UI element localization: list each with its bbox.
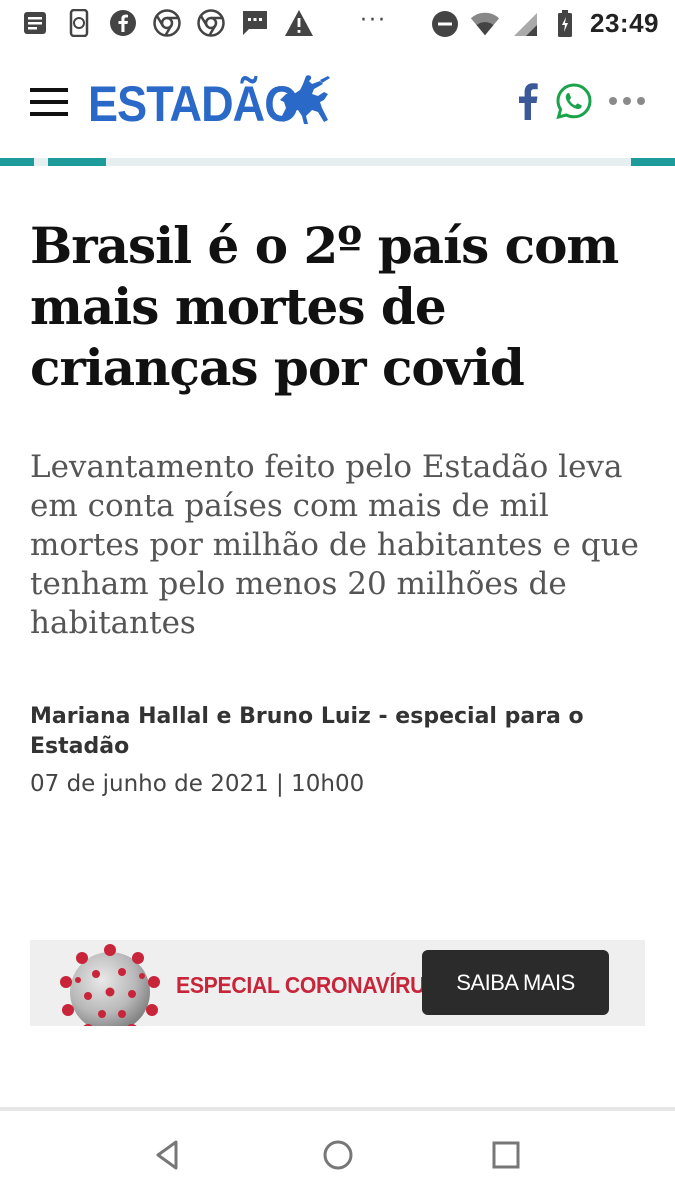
chrome-icon: [152, 8, 182, 38]
home-icon[interactable]: [320, 1137, 356, 1173]
dnd-icon: [430, 9, 460, 39]
recents-icon[interactable]: [488, 1137, 524, 1173]
wifi-icon: [470, 9, 500, 39]
reading-progress-bar: [0, 158, 675, 166]
chrome-icon: [196, 8, 226, 38]
horse-rider-logo-icon: [280, 75, 330, 124]
facebook-icon[interactable]: [517, 82, 539, 120]
article-subtitle: Levantamento feito pelo Estadão leva em …: [30, 449, 639, 641]
coronavirus-icon: [60, 944, 160, 1026]
more-icon[interactable]: [609, 96, 645, 106]
saiba-mais-button[interactable]: SAIBA MAIS: [422, 950, 609, 1015]
site-header: ESTADÃO: [0, 48, 675, 158]
more-notifications-indicator: ···: [360, 8, 387, 33]
share-buttons: [517, 82, 645, 120]
hamburger-icon[interactable]: [30, 88, 68, 120]
battery-icon: [550, 9, 580, 39]
whatsapp-icon[interactable]: [555, 82, 593, 120]
banner-label: ESPECIAL CORONAVÍRUS: [176, 972, 439, 998]
article-author: Mariana Hallal e Bruno Luiz - especial p…: [30, 704, 584, 759]
clock: 23:49: [590, 8, 659, 38]
site-logo[interactable]: ESTADÃO: [88, 75, 299, 133]
system-icons: 23:49: [430, 8, 659, 39]
back-icon[interactable]: [150, 1137, 186, 1173]
coronavirus-banner[interactable]: ESPECIAL CORONAVÍRUS SAIBA MAIS: [30, 940, 645, 1026]
facebook-icon: [108, 8, 138, 38]
status-bar: ··· 23:49: [0, 0, 675, 48]
article-title: Brasil é o 2º país com mais mortes de cr…: [30, 216, 619, 397]
article-date: 07 de junho de 2021 | 10h00: [30, 771, 365, 797]
android-nav-bar: [0, 1111, 675, 1200]
message-icon: [240, 8, 270, 38]
signal-icon: [510, 9, 540, 39]
warning-icon: [284, 8, 314, 38]
notes-icon: [20, 8, 50, 38]
phone-sync-icon: [64, 8, 94, 38]
notification-icons: [20, 8, 314, 38]
